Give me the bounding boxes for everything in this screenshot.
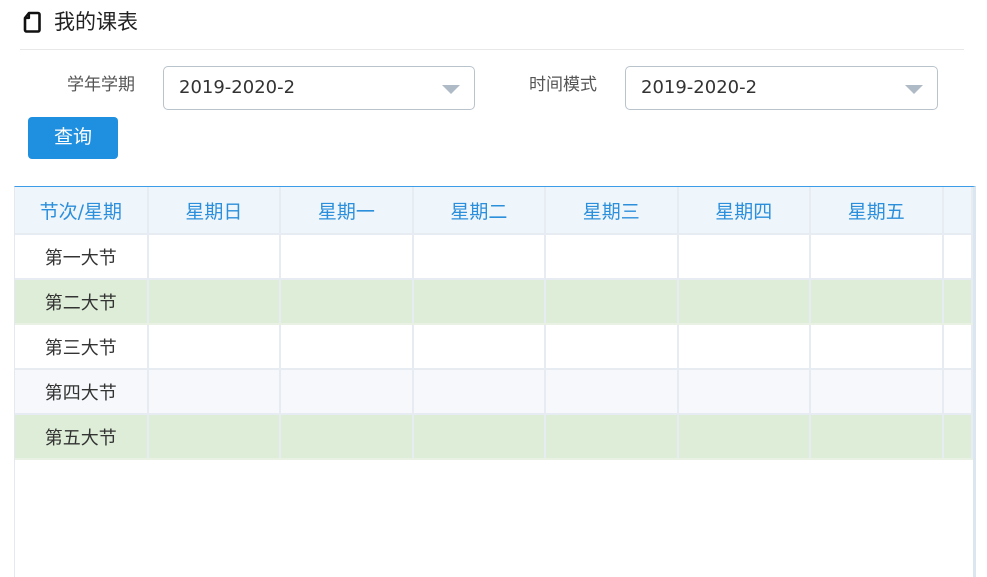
column-header-overflow xyxy=(942,187,973,235)
period-label: 第一大节 xyxy=(15,234,149,280)
timetable-cell[interactable] xyxy=(810,279,944,325)
timetable-cell[interactable] xyxy=(677,234,812,280)
period-label: 第四大节 xyxy=(15,369,149,415)
term-label: 学年学期 xyxy=(67,75,135,95)
column-header: 星期一 xyxy=(280,187,414,235)
chevron-down-icon xyxy=(442,85,460,94)
table-row: 第三大节 xyxy=(15,324,973,370)
query-button[interactable]: 查询 xyxy=(28,117,118,159)
column-header: 节次/星期 xyxy=(15,187,149,235)
timetable-cell[interactable] xyxy=(942,369,973,415)
timetable-cell[interactable] xyxy=(942,324,973,370)
timetable-page: 我的课表 学年学期 2019-2020-2 时间模式 2019-2020-2 查… xyxy=(0,0,987,577)
chevron-down-icon xyxy=(905,85,923,94)
timetable-cell[interactable] xyxy=(677,279,812,325)
timetable-cell[interactable] xyxy=(942,414,973,460)
timetable-cell[interactable] xyxy=(412,324,547,370)
timetable-cell[interactable] xyxy=(545,279,679,325)
mode-select-value: 2019-2020-2 xyxy=(641,77,758,98)
timetable-cell[interactable] xyxy=(545,369,679,415)
table-row: 第一大节 xyxy=(15,234,973,280)
timetable-cell[interactable] xyxy=(412,369,547,415)
timetable-cell[interactable] xyxy=(280,414,414,460)
period-label: 第五大节 xyxy=(15,414,149,460)
timetable-cell[interactable] xyxy=(147,414,282,460)
document-icon xyxy=(23,11,41,33)
timetable-cell[interactable] xyxy=(545,414,679,460)
timetable-cell[interactable] xyxy=(677,414,812,460)
mode-select[interactable]: 2019-2020-2 xyxy=(625,66,938,110)
page-title: 我的课表 xyxy=(54,10,138,34)
timetable-cell[interactable] xyxy=(280,324,414,370)
timetable: 节次/星期 星期日 星期一 星期二 星期三 星期四 星期五 第一大节 第二大节 … xyxy=(14,186,976,577)
table-row: 第二大节 xyxy=(15,279,973,325)
page-header: 我的课表 xyxy=(20,0,964,50)
timetable-cell[interactable] xyxy=(942,279,973,325)
term-select[interactable]: 2019-2020-2 xyxy=(163,66,475,110)
table-row: 第四大节 xyxy=(15,369,973,415)
timetable-cell[interactable] xyxy=(545,324,679,370)
timetable-cell[interactable] xyxy=(147,279,282,325)
timetable-cell[interactable] xyxy=(942,234,973,280)
timetable-cell[interactable] xyxy=(280,369,414,415)
timetable-cell[interactable] xyxy=(810,324,944,370)
column-header: 星期二 xyxy=(412,187,547,235)
mode-label: 时间模式 xyxy=(529,75,597,95)
column-header: 星期四 xyxy=(677,187,812,235)
timetable-cell[interactable] xyxy=(677,324,812,370)
timetable-cell[interactable] xyxy=(810,414,944,460)
timetable-cell[interactable] xyxy=(280,279,414,325)
column-header: 星期日 xyxy=(147,187,282,235)
timetable-cell[interactable] xyxy=(147,234,282,280)
term-select-value: 2019-2020-2 xyxy=(179,77,296,98)
timetable-cell[interactable] xyxy=(412,414,547,460)
timetable-cell[interactable] xyxy=(810,234,944,280)
timetable-cell[interactable] xyxy=(147,369,282,415)
timetable-grid: 节次/星期 星期日 星期一 星期二 星期三 星期四 星期五 第一大节 第二大节 … xyxy=(15,187,973,460)
period-label: 第三大节 xyxy=(15,324,149,370)
timetable-cell[interactable] xyxy=(412,279,547,325)
column-header: 星期五 xyxy=(810,187,944,235)
timetable-cell[interactable] xyxy=(412,234,547,280)
timetable-cell[interactable] xyxy=(677,369,812,415)
timetable-cell[interactable] xyxy=(810,369,944,415)
timetable-cell[interactable] xyxy=(147,324,282,370)
timetable-cell[interactable] xyxy=(280,234,414,280)
column-header: 星期三 xyxy=(545,187,679,235)
timetable-cell[interactable] xyxy=(545,234,679,280)
table-row: 第五大节 xyxy=(15,414,973,460)
timetable-header-row: 节次/星期 星期日 星期一 星期二 星期三 星期四 星期五 xyxy=(15,187,973,235)
period-label: 第二大节 xyxy=(15,279,149,325)
